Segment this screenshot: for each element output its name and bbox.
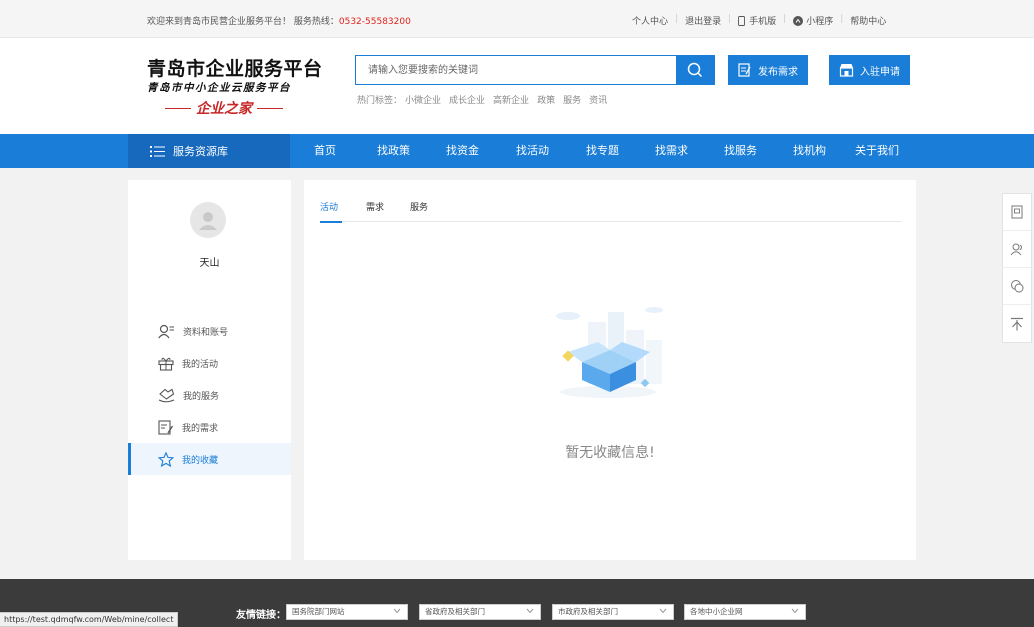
sidebar-item-my-favorites[interactable]: 我的收藏 — [128, 443, 291, 475]
content-panel: 活动 需求 服务 暂无收藏信息! — [304, 180, 916, 560]
links-select-municipal[interactable]: 市政府及相关部门 — [552, 604, 674, 620]
sidebar-item-my-services[interactable]: 我的服务 — [128, 379, 291, 411]
username: 天山 — [199, 258, 220, 269]
help-center-link[interactable]: 帮助中心 — [850, 14, 886, 27]
search-box — [355, 55, 715, 85]
search-input[interactable] — [356, 56, 676, 84]
site-header: 青岛市企业服务平台 青岛市中小企业云服务平台 企业之家 热门标签： 小微企业 成… — [0, 38, 1034, 134]
tab-services[interactable]: 服务 — [410, 200, 428, 213]
search-button[interactable] — [676, 56, 714, 84]
apply-join-button[interactable]: 入驻申请 — [829, 55, 910, 85]
browser-status-url: https://test.qdmqfw.com/Web/mine/collect — [0, 612, 179, 627]
chevron-down-icon — [526, 608, 534, 614]
sidebar-item-my-activities[interactable]: 我的活动 — [128, 347, 291, 379]
nav-find-agency[interactable]: 找机构 — [793, 134, 826, 168]
tab-demands[interactable]: 需求 — [366, 200, 384, 213]
float-item-chat[interactable] — [1003, 268, 1031, 305]
hot-tag[interactable]: 政策 — [537, 93, 555, 106]
hot-tags-label: 热门标签： — [357, 96, 403, 106]
document-icon — [1011, 205, 1023, 219]
nav-home[interactable]: 首页 — [314, 134, 336, 168]
hot-tags: 热门标签： 小微企业 成长企业 高新企业 政策 服务 资讯 — [357, 93, 615, 106]
chat-bubble-icon — [1011, 280, 1024, 293]
star-icon — [158, 451, 174, 467]
links-select-local-sme[interactable]: 各地中小企业网 — [684, 604, 806, 620]
friendly-links-label: 友情链接： — [236, 610, 286, 621]
top-bar: 欢迎来到青岛市民营企业服务平台！ 服务热线：0532-55583200 个人中心… — [0, 0, 1034, 38]
publish-demand-button[interactable]: 发布需求 — [728, 55, 808, 85]
hot-tag[interactable]: 成长企业 — [449, 93, 485, 106]
nav-find-service[interactable]: 找服务 — [724, 134, 757, 168]
user-avatar-icon — [199, 212, 217, 230]
handshake-service-icon — [158, 388, 175, 402]
resource-library-menu[interactable]: 服务资源库 — [128, 134, 290, 168]
hot-tag[interactable]: 高新企业 — [493, 93, 529, 106]
arrow-up-icon — [1011, 317, 1023, 330]
gift-icon — [158, 357, 174, 371]
logout-link[interactable]: 退出登录 — [685, 14, 721, 27]
favorites-tabs: 活动 需求 服务 — [320, 180, 901, 223]
back-to-top-button[interactable] — [1003, 305, 1031, 342]
right-float-toolbar — [1002, 193, 1032, 343]
nav-find-funds[interactable]: 找资金 — [446, 134, 479, 168]
links-select-state-council[interactable]: 国务院部门网站 — [286, 604, 408, 620]
mini-program-icon — [793, 15, 804, 26]
hotline-number: 0532-55583200 — [338, 17, 411, 27]
chevron-down-icon — [659, 608, 667, 614]
logo-title[interactable]: 青岛市企业服务平台 — [147, 54, 323, 81]
edit-note-icon — [158, 419, 174, 435]
nav-about-us[interactable]: 关于我们 — [855, 134, 899, 168]
mobile-version-link[interactable]: 手机版 — [738, 14, 776, 27]
active-tab-indicator — [320, 221, 342, 223]
search-icon — [687, 62, 703, 78]
mini-program-link[interactable]: 小程序 — [793, 14, 833, 27]
logo-subtitle: 青岛市中小企业云服务平台 — [147, 82, 291, 94]
edit-document-icon — [738, 63, 751, 77]
empty-box-illustration — [556, 307, 663, 398]
nav-find-topic[interactable]: 找专题 — [586, 134, 619, 168]
user-settings-icon — [158, 324, 174, 338]
float-item-doc[interactable] — [1003, 194, 1031, 231]
user-icon — [1010, 243, 1022, 256]
links-select-provincial[interactable]: 省政府及相关部门 — [419, 604, 541, 620]
avatar[interactable] — [190, 202, 226, 238]
nav-find-activity[interactable]: 找活动 — [516, 134, 549, 168]
hot-tag[interactable]: 资讯 — [589, 93, 607, 106]
personal-center-link[interactable]: 个人中心 — [632, 14, 668, 27]
store-icon — [839, 64, 854, 77]
menu-list-icon — [150, 145, 165, 157]
tab-activities[interactable]: 活动 — [320, 200, 342, 223]
main-nav: 服务资源库 首页 找政策 找资金 找活动 找专题 找需求 找服务 找机构 关于我… — [0, 134, 1034, 168]
logo-slogan: 企业之家 — [160, 98, 288, 118]
welcome-text: 欢迎来到青岛市民营企业服务平台！ 服务热线：0532-55583200 — [147, 17, 411, 27]
chevron-down-icon — [791, 608, 799, 614]
hot-tag[interactable]: 服务 — [563, 93, 581, 106]
sidebar-item-profile-account[interactable]: 资料和账号 — [128, 315, 291, 347]
user-sidebar: 天山 资料和账号 我的活动 我的服务 我的需求 我的收藏 — [128, 180, 291, 560]
chevron-down-icon — [393, 608, 401, 614]
top-links: 个人中心 | 退出登录 | 手机版 | 小程序 | 帮助中心 — [632, 14, 887, 27]
sidebar-item-my-demands[interactable]: 我的需求 — [128, 411, 291, 443]
empty-state-message: 暂无收藏信息! — [565, 445, 655, 461]
float-item-contact[interactable] — [1003, 231, 1031, 268]
phone-icon — [738, 15, 746, 26]
hot-tag[interactable]: 小微企业 — [405, 93, 441, 106]
nav-find-policy[interactable]: 找政策 — [377, 134, 410, 168]
nav-find-demand[interactable]: 找需求 — [655, 134, 688, 168]
